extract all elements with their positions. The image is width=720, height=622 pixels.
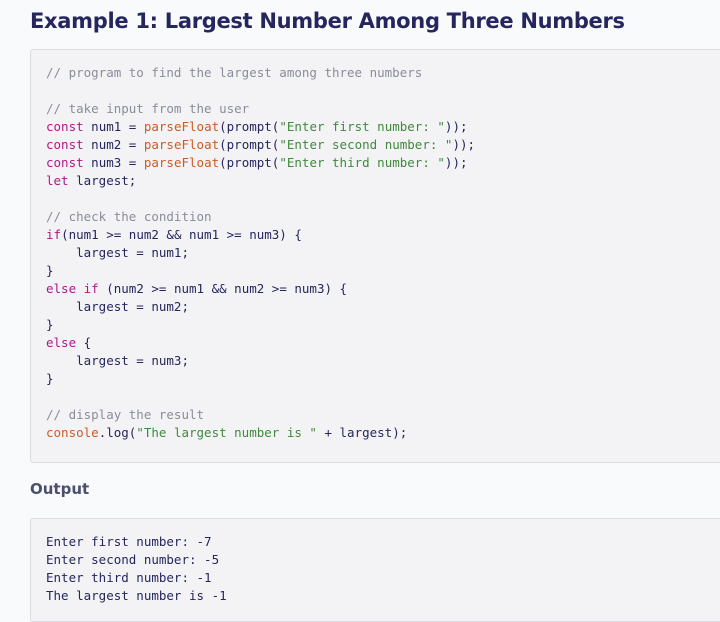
code-token-comment: // take input from the user bbox=[46, 101, 250, 116]
code-line: if(num1 >= num2 && num1 >= num3) { bbox=[46, 226, 475, 244]
code-line: // check the condition bbox=[46, 208, 475, 226]
code-lines: // program to find the largest among thr… bbox=[46, 64, 475, 442]
code-token-plain: num3 = bbox=[83, 155, 144, 170]
code-line: // take input from the user bbox=[46, 100, 475, 118]
code-line: largest = num3; bbox=[46, 352, 475, 370]
code-token-plain: (prompt( bbox=[219, 155, 280, 170]
code-token-comment: // display the result bbox=[46, 407, 205, 422]
code-token-keyword: const bbox=[46, 137, 84, 152]
code-token-plain: largest = num2; bbox=[46, 299, 189, 314]
code-token-plain: (num1 >= num2 && num1 >= num3) { bbox=[61, 227, 302, 242]
code-line: largest = num2; bbox=[46, 298, 475, 316]
code-line: const num2 = parseFloat(prompt("Enter se… bbox=[46, 136, 475, 154]
code-block[interactable]: // program to find the largest among thr… bbox=[30, 49, 720, 463]
code-line: largest = num1; bbox=[46, 244, 475, 262]
output-line: Enter first number: -7 bbox=[46, 534, 212, 549]
code-token-string: "Enter second number: " bbox=[279, 137, 453, 152]
code-token-comment: // check the condition bbox=[46, 209, 212, 224]
code-token-plain: largest = num3; bbox=[46, 353, 189, 368]
output-line: Enter second number: -5 bbox=[46, 552, 220, 567]
code-token-plain: largest; bbox=[68, 173, 137, 188]
code-token-func: parseFloat bbox=[143, 155, 220, 170]
code-token-plain: )); bbox=[452, 137, 476, 152]
code-line: const num1 = parseFloat(prompt("Enter fi… bbox=[46, 118, 475, 136]
code-token-plain: } bbox=[46, 317, 54, 332]
code-token-string: "Enter first number: " bbox=[279, 119, 445, 134]
code-token-plain: (num2 >= num1 && num2 >= num3) { bbox=[98, 281, 348, 296]
code-token-func: parseFloat bbox=[143, 119, 220, 134]
output-line: Enter third number: -1 bbox=[46, 570, 212, 585]
code-line: } bbox=[46, 370, 475, 388]
code-token-keyword: else bbox=[46, 281, 77, 296]
code-token-plain: num1 = bbox=[83, 119, 144, 134]
code-token-plain: )); bbox=[444, 119, 468, 134]
code-line: else if (num2 >= num1 && num2 >= num3) { bbox=[46, 280, 475, 298]
code-line: } bbox=[46, 316, 475, 334]
code-token-comment: // program to find the largest among thr… bbox=[46, 65, 423, 80]
code-token-keyword: const bbox=[46, 119, 84, 134]
code-token-keyword: if bbox=[83, 281, 99, 296]
code-token-plain: } bbox=[46, 263, 54, 278]
code-line: console.log("The largest number is " + l… bbox=[46, 424, 475, 442]
output-lines: Enter first number: -7 Enter second numbe… bbox=[46, 533, 227, 605]
output-line: The largest number is -1 bbox=[46, 588, 227, 603]
code-token-string: "Enter third number: " bbox=[279, 155, 445, 170]
code-token-plain: (prompt( bbox=[219, 119, 280, 134]
output-block[interactable]: Enter first number: -7 Enter second numbe… bbox=[30, 518, 720, 622]
code-token-func: console bbox=[46, 425, 99, 440]
output-heading: Output bbox=[30, 480, 90, 498]
code-line: } bbox=[46, 262, 475, 280]
code-token-plain: { bbox=[76, 335, 92, 350]
code-line: const num3 = parseFloat(prompt("Enter th… bbox=[46, 154, 475, 172]
code-token-plain: largest = num1; bbox=[46, 245, 189, 260]
code-token-keyword: const bbox=[46, 155, 84, 170]
page-title: Example 1: Largest Number Among Three Nu… bbox=[30, 9, 625, 33]
code-token-string: "The largest number is " bbox=[136, 425, 317, 440]
code-line: // program to find the largest among thr… bbox=[46, 64, 475, 82]
code-line: else { bbox=[46, 334, 475, 352]
code-token-plain: .log( bbox=[98, 425, 137, 440]
code-token-plain: (prompt( bbox=[219, 137, 280, 152]
code-token-plain: num2 = bbox=[83, 137, 144, 152]
code-line: let largest; bbox=[46, 172, 475, 190]
code-token-plain: )); bbox=[444, 155, 468, 170]
code-token-plain: } bbox=[46, 371, 54, 386]
code-token-func: parseFloat bbox=[143, 137, 220, 152]
code-token-keyword: if bbox=[46, 227, 62, 242]
code-token-keyword: else bbox=[46, 335, 77, 350]
code-token-plain: + largest); bbox=[316, 425, 408, 440]
code-line: // display the result bbox=[46, 406, 475, 424]
code-token-keyword: let bbox=[46, 173, 69, 188]
